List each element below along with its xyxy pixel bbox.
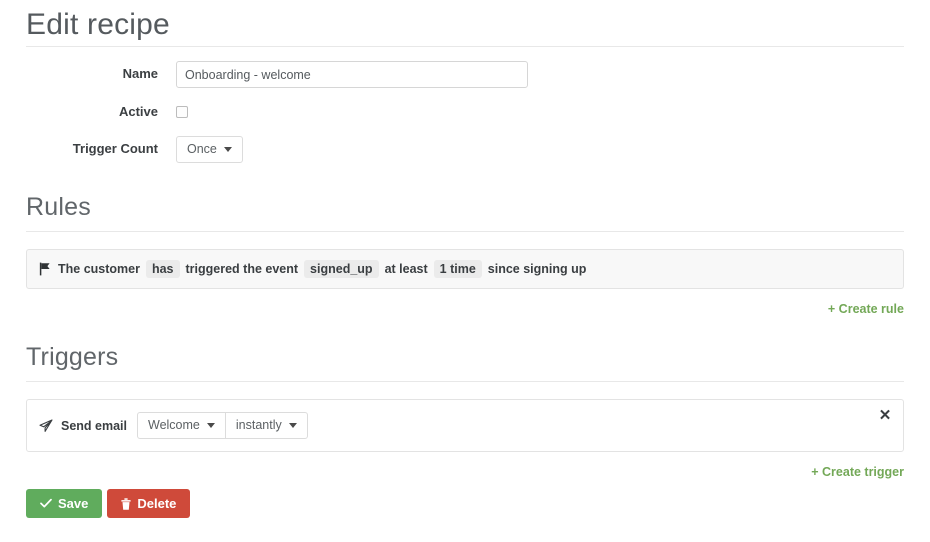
name-control <box>176 61 904 88</box>
create-trigger-wrap: + Create trigger <box>26 452 904 481</box>
trigger-timing-dropdown[interactable]: instantly <box>224 412 308 439</box>
trigger-item[interactable]: Send email Welcome instantly ✕ <box>26 399 904 452</box>
create-rule-wrap: + Create rule <box>26 289 904 318</box>
trash-icon <box>121 497 131 510</box>
create-rule-link[interactable]: + Create rule <box>828 302 904 316</box>
active-checkbox[interactable] <box>176 106 188 118</box>
trigger-email-value: Welcome <box>148 418 200 433</box>
rule-row: The customer has triggered the event sig… <box>27 250 903 288</box>
save-button[interactable]: Save <box>26 489 103 518</box>
rules-heading: Rules <box>26 193 91 221</box>
rule-text-1: triggered the event <box>185 262 299 276</box>
rule-text-2: at least <box>384 262 428 276</box>
rule-token-has[interactable]: has <box>145 260 180 278</box>
rules-section: Rules The customer has triggered the eve… <box>26 174 904 318</box>
trigger-row: Send email Welcome instantly <box>27 400 903 451</box>
triggers-section-head: Triggers <box>26 340 904 381</box>
save-button-label: Save <box>58 496 89 511</box>
trigger-email-dropdown[interactable]: Welcome <box>137 412 226 439</box>
trigger-label: Send email <box>61 418 127 433</box>
delete-button-label: Delete <box>137 496 177 511</box>
rule-text-0: The customer <box>58 262 140 276</box>
triggers-section: Triggers Send email Welcome instantly ✕ … <box>26 318 904 481</box>
trigger-timing-value: instantly <box>235 418 282 433</box>
triggers-heading: Triggers <box>26 343 119 371</box>
edit-recipe-page: Edit recipe Name Active Trigger Count On… <box>0 0 930 542</box>
flag-icon <box>39 262 52 276</box>
form-row-name: Name <box>26 61 904 88</box>
name-label: Name <box>122 66 158 81</box>
paper-plane-icon <box>39 418 53 433</box>
recipe-form: Name Active Trigger Count Once <box>26 47 904 163</box>
rules-divider <box>26 231 904 232</box>
trigger-dropdown-group: Welcome instantly <box>137 412 308 439</box>
triggers-divider <box>26 381 904 382</box>
trigger-count-label: Trigger Count <box>72 141 158 156</box>
trigger-count-control: Once <box>176 136 904 163</box>
active-control <box>176 99 904 118</box>
check-icon <box>40 498 52 509</box>
close-icon[interactable]: ✕ <box>877 408 893 424</box>
create-trigger-link[interactable]: + Create trigger <box>811 465 904 479</box>
form-row-active: Active <box>26 99 904 125</box>
footer-actions: Save Delete <box>26 481 904 518</box>
chevron-down-icon <box>223 147 232 152</box>
active-label: Active <box>118 104 158 119</box>
chevron-down-icon <box>206 423 215 428</box>
chevron-down-icon <box>288 423 297 428</box>
form-row-trigger-count: Trigger Count Once <box>26 136 904 163</box>
trigger-count-value: Once <box>187 142 217 157</box>
trigger-count-dropdown[interactable]: Once <box>176 136 243 163</box>
delete-button[interactable]: Delete <box>107 489 191 518</box>
rule-item[interactable]: The customer has triggered the event sig… <box>26 249 904 289</box>
rule-token-count[interactable]: 1 time <box>433 260 482 278</box>
name-input[interactable] <box>176 61 528 88</box>
page-title: Edit recipe <box>26 8 170 41</box>
rules-section-head: Rules <box>26 190 904 231</box>
rule-text-3: since signing up <box>487 262 587 276</box>
rule-token-event[interactable]: signed_up <box>304 260 379 278</box>
